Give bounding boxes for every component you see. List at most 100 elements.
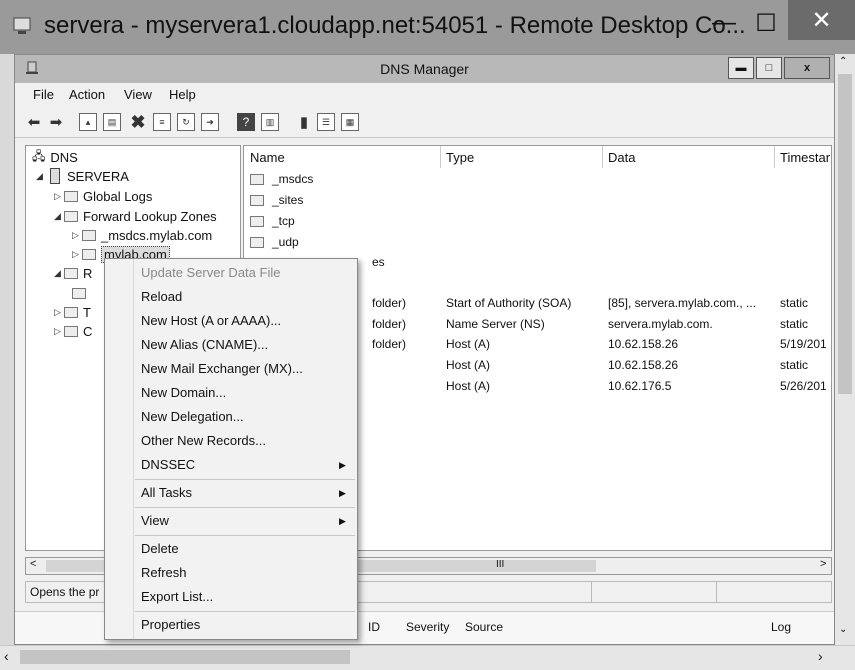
menu-item-delete[interactable]: Delete bbox=[141, 541, 179, 556]
action-pane-icon[interactable]: ▥ bbox=[261, 113, 279, 131]
column-header-name[interactable]: Name bbox=[250, 150, 285, 165]
expand-arrow-icon[interactable]: ▷ bbox=[54, 307, 64, 318]
collapse-arrow-icon[interactable]: ◢ bbox=[36, 171, 46, 182]
menu-item-new-host[interactable]: New Host (A or AAAA)... bbox=[141, 313, 281, 328]
menu-file[interactable]: File bbox=[33, 87, 54, 102]
rd-minimize-button[interactable]: — bbox=[704, 6, 744, 40]
tree-item-msdcs-zone[interactable]: ▷ _msdcs.mylab.com bbox=[72, 226, 212, 244]
status-text: Opens the pr bbox=[30, 585, 100, 599]
scroll-down-icon[interactable]: ⌄ bbox=[839, 624, 847, 635]
list-item-folder[interactable]: _msdcs bbox=[244, 170, 831, 190]
menu-separator bbox=[135, 479, 355, 480]
row-name: _udp bbox=[272, 235, 299, 249]
scroll-left-icon[interactable]: ‹ bbox=[4, 648, 9, 664]
properties-icon[interactable]: ≡ bbox=[153, 113, 171, 131]
row-name: folder) bbox=[372, 296, 407, 310]
menu-view[interactable]: View bbox=[124, 87, 152, 102]
refresh-icon[interactable]: ↻ bbox=[177, 113, 195, 131]
back-arrow-icon[interactable]: ⬅ bbox=[25, 113, 43, 131]
forward-arrow-icon[interactable]: ➡ bbox=[47, 113, 65, 131]
folder-icon bbox=[64, 210, 78, 222]
menu-item-export-list[interactable]: Export List... bbox=[141, 589, 213, 604]
rd-maximize-button[interactable]: ☐ bbox=[746, 6, 786, 40]
menu-bar: File Action View Help bbox=[15, 85, 834, 105]
collapse-arrow-icon[interactable]: ◢ bbox=[54, 211, 64, 222]
zone-icon[interactable]: ☰ bbox=[317, 113, 335, 131]
menu-item-new-delegation[interactable]: New Delegation... bbox=[141, 409, 244, 424]
dns-close-button[interactable]: x bbox=[784, 57, 830, 79]
status-divider bbox=[716, 582, 717, 602]
tree-item-reverse-child[interactable] bbox=[72, 284, 91, 302]
tree-item-servera[interactable]: ◢ SERVERA bbox=[36, 167, 129, 185]
server-icon[interactable]: ▮ bbox=[295, 113, 313, 131]
event-column-log[interactable]: Log bbox=[771, 620, 791, 634]
column-divider[interactable] bbox=[774, 146, 775, 168]
up-folder-icon[interactable]: ▴ bbox=[79, 113, 97, 131]
menu-help[interactable]: Help bbox=[169, 87, 196, 102]
scroll-grip: III bbox=[496, 559, 505, 570]
menu-action[interactable]: Action bbox=[69, 87, 105, 102]
status-divider bbox=[591, 582, 592, 602]
rd-horizontal-scrollbar[interactable]: ‹ › bbox=[0, 645, 855, 670]
rd-vertical-scrollbar[interactable]: ⌃ ⌄ bbox=[835, 54, 855, 645]
dns-window-title: DNS Manager bbox=[380, 61, 469, 77]
list-item-folder[interactable]: _tcp bbox=[244, 212, 831, 232]
menu-item-all-tasks[interactable]: All Tasks bbox=[141, 485, 192, 500]
rd-close-button[interactable]: ✕ bbox=[788, 0, 855, 40]
column-header-timestamp[interactable]: Timestar bbox=[780, 150, 830, 165]
delete-x-icon[interactable]: ✖ bbox=[129, 112, 147, 132]
expand-arrow-icon[interactable]: ▷ bbox=[72, 249, 82, 260]
tree-item-dns[interactable]: 🖧 DNS bbox=[32, 148, 78, 166]
expand-arrow-icon[interactable]: ▷ bbox=[72, 230, 82, 241]
tree-item-forward-lookup-zones[interactable]: ◢ Forward Lookup Zones bbox=[54, 207, 217, 225]
menu-item-new-domain[interactable]: New Domain... bbox=[141, 385, 226, 400]
event-column-id[interactable]: ID bbox=[368, 620, 380, 634]
tree-item-conditional-forwarders[interactable]: ▷ C bbox=[54, 322, 92, 340]
menu-item-refresh[interactable]: Refresh bbox=[141, 565, 187, 580]
show-hide-tree-icon[interactable]: ▤ bbox=[103, 113, 121, 131]
tree-item-global-logs[interactable]: ▷ Global Logs bbox=[54, 187, 152, 205]
dns-minimize-button[interactable]: ▬ bbox=[728, 57, 754, 79]
event-column-source[interactable]: Source bbox=[465, 620, 503, 634]
records-icon[interactable]: ▦ bbox=[341, 113, 359, 131]
folder-icon bbox=[64, 306, 78, 318]
rd-horizontal-scroll-thumb[interactable] bbox=[20, 650, 350, 664]
context-menu: Update Server Data File Reload New Host … bbox=[104, 258, 358, 640]
collapse-arrow-icon[interactable]: ◢ bbox=[54, 268, 64, 279]
dns-titlebar: DNS Manager ▬ □ x bbox=[15, 55, 834, 83]
menu-item-other-new-records[interactable]: Other New Records... bbox=[141, 433, 266, 448]
expand-arrow-icon[interactable]: ▷ bbox=[54, 326, 64, 337]
row-timestamp: 5/26/201 bbox=[780, 379, 827, 393]
column-header-type[interactable]: Type bbox=[446, 150, 474, 165]
expand-arrow-icon[interactable]: ▷ bbox=[54, 191, 64, 202]
menu-item-properties[interactable]: Properties bbox=[141, 617, 200, 632]
tree-item-trust-points[interactable]: ▷ T bbox=[54, 303, 91, 321]
list-header: Name Type Data Timestar bbox=[244, 146, 831, 168]
row-name: es bbox=[372, 255, 385, 269]
column-divider[interactable] bbox=[440, 146, 441, 168]
row-data: 10.62.158.26 bbox=[608, 358, 679, 372]
column-divider[interactable] bbox=[602, 146, 603, 168]
menu-item-new-alias[interactable]: New Alias (CNAME)... bbox=[141, 337, 268, 352]
help-icon[interactable]: ? bbox=[237, 113, 255, 131]
tree-label: Forward Lookup Zones bbox=[83, 208, 217, 224]
menu-item-view[interactable]: View bbox=[141, 513, 169, 528]
row-data: 10.62.158.26 bbox=[608, 337, 679, 351]
scroll-up-icon[interactable]: ⌃ bbox=[839, 56, 847, 67]
scroll-left-icon[interactable]: < bbox=[30, 558, 36, 570]
list-item-folder[interactable]: _sites bbox=[244, 191, 831, 211]
event-column-severity[interactable]: Severity bbox=[406, 620, 449, 634]
tree-item-reverse-lookup-zones[interactable]: ◢ R bbox=[54, 264, 92, 282]
menu-item-dnssec[interactable]: DNSSEC bbox=[141, 457, 195, 472]
menu-item-update-server-data-file[interactable]: Update Server Data File bbox=[141, 265, 280, 280]
scroll-right-icon[interactable]: › bbox=[818, 648, 823, 664]
export-list-icon[interactable]: ➜ bbox=[201, 113, 219, 131]
dns-maximize-button[interactable]: □ bbox=[756, 57, 782, 79]
list-item-folder[interactable]: _udp bbox=[244, 233, 831, 253]
row-timestamp: static bbox=[780, 296, 809, 310]
column-header-data[interactable]: Data bbox=[608, 150, 635, 165]
rd-vertical-scroll-thumb[interactable] bbox=[838, 74, 852, 394]
menu-item-reload[interactable]: Reload bbox=[141, 289, 182, 304]
menu-item-new-mail-exchanger[interactable]: New Mail Exchanger (MX)... bbox=[141, 361, 303, 376]
scroll-right-icon[interactable]: > bbox=[820, 558, 826, 570]
